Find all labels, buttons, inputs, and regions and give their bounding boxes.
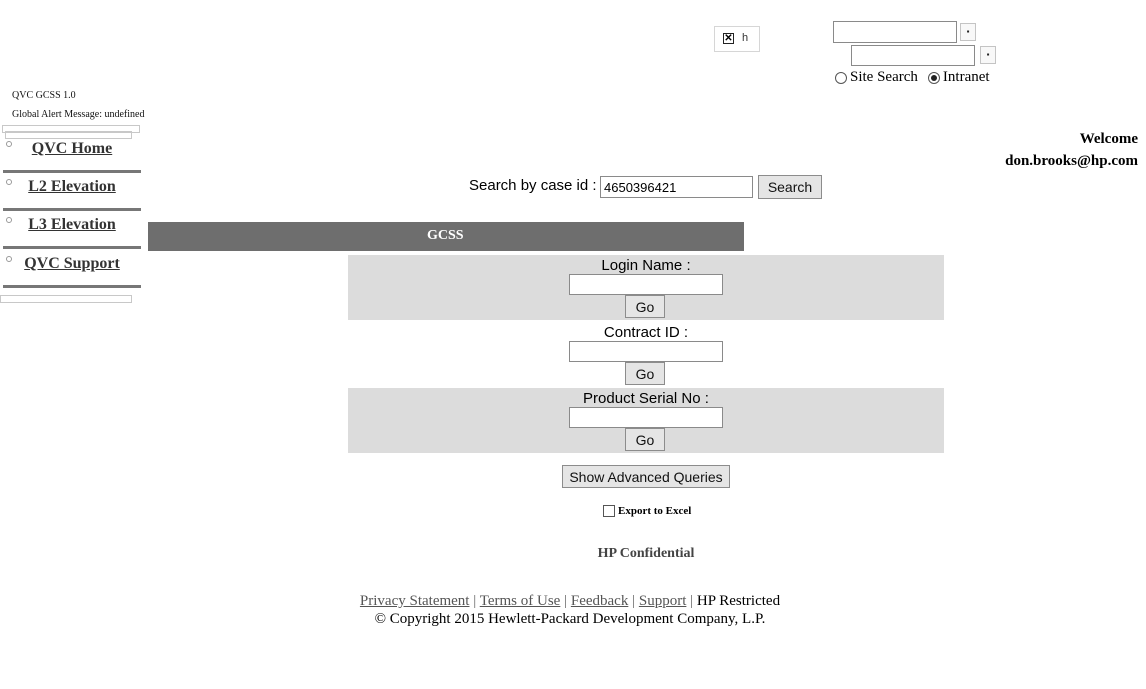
footer-separator: | — [690, 593, 694, 609]
confidential-notice: HP Confidential — [597, 546, 695, 561]
global-alert-message: Global Alert Message: undefined — [12, 109, 145, 120]
support-link[interactable]: Support — [639, 593, 687, 609]
welcome-label: Welcome — [1079, 131, 1138, 147]
case-search-button[interactable]: Search — [758, 175, 822, 199]
broken-image-x-icon: ✕ — [723, 33, 734, 44]
hp-restricted: HP Restricted — [696, 593, 781, 609]
serial-no-input[interactable] — [569, 407, 723, 428]
nav-divider — [3, 285, 141, 288]
nav-link-l2-elevation[interactable]: L2 Elevation — [3, 178, 141, 196]
export-to-excel: Export to Excel — [603, 505, 691, 517]
show-advanced-queries-button[interactable]: Show Advanced Queries — [562, 465, 730, 488]
footer-separator: | — [564, 593, 568, 609]
case-search-label: Search by case id : — [469, 177, 597, 194]
search-scope-group: Site Search Intranet — [835, 69, 990, 86]
site-search-label: Site Search — [850, 69, 918, 85]
contract-id-input[interactable] — [569, 341, 723, 362]
broken-image-icon: ✕ h — [714, 26, 760, 52]
nav-divider — [3, 246, 141, 249]
welcome-block: Welcome don.brooks@hp.com — [1005, 128, 1138, 172]
nav-bottom-divider — [0, 295, 132, 303]
footer-separator: | — [632, 593, 636, 609]
secondary-search-input[interactable] — [851, 45, 975, 66]
terms-of-use-link[interactable]: Terms of Use — [480, 593, 561, 609]
login-name-panel: Login Name : Go — [348, 255, 944, 320]
secondary-search-submit-button[interactable]: ▪ — [980, 46, 996, 64]
serial-no-label: Product Serial No : — [583, 390, 709, 407]
serial-no-panel: Product Serial No : Go — [348, 388, 944, 453]
contract-id-panel: Contract ID : Go — [348, 322, 944, 387]
export-label: Export to Excel — [618, 505, 692, 517]
footer-links: Privacy Statement | Terms of Use | Feedb… — [0, 593, 1140, 610]
broken-image-alt-text: h — [742, 32, 749, 44]
nav-item-l3-elevation[interactable]: L3 Elevation — [3, 211, 141, 249]
export-checkbox[interactable] — [603, 505, 615, 517]
intranet-radio[interactable] — [927, 71, 940, 84]
site-search-submit-button[interactable]: ▪ — [960, 23, 976, 41]
privacy-statement-link[interactable]: Privacy Statement — [360, 593, 470, 609]
nav-item-l2-elevation[interactable]: L2 Elevation — [3, 173, 141, 211]
nav-link-qvc-support[interactable]: QVC Support — [3, 255, 141, 273]
feedback-link[interactable]: Feedback — [571, 593, 628, 609]
login-name-go-button[interactable]: Go — [625, 295, 665, 318]
section-title: GCSS — [427, 228, 464, 243]
intranet-label: Intranet — [942, 69, 990, 85]
contract-id-label: Contract ID : — [603, 324, 689, 341]
login-name-label: Login Name : — [601, 257, 691, 274]
section-header: GCSS — [148, 222, 744, 251]
serial-no-go-button[interactable]: Go — [625, 428, 665, 451]
user-email: don.brooks@hp.com — [1005, 153, 1138, 169]
nav-item-qvc-support[interactable]: QVC Support — [3, 250, 141, 288]
footer-separator: | — [473, 593, 477, 609]
site-search-input[interactable] — [833, 21, 957, 43]
nav-link-l3-elevation[interactable]: L3 Elevation — [3, 216, 141, 234]
copyright: © Copyright 2015 Hewlett-Packard Develop… — [374, 611, 766, 627]
case-id-input[interactable] — [600, 176, 753, 198]
nav-item-qvc-home[interactable]: QVC Home — [3, 135, 141, 173]
contract-id-go-button[interactable]: Go — [625, 362, 665, 385]
nav-link-qvc-home[interactable]: QVC Home — [3, 140, 141, 158]
login-name-input[interactable] — [569, 274, 723, 295]
site-search-radio[interactable] — [835, 71, 847, 84]
app-version: QVC GCSS 1.0 — [12, 90, 76, 101]
